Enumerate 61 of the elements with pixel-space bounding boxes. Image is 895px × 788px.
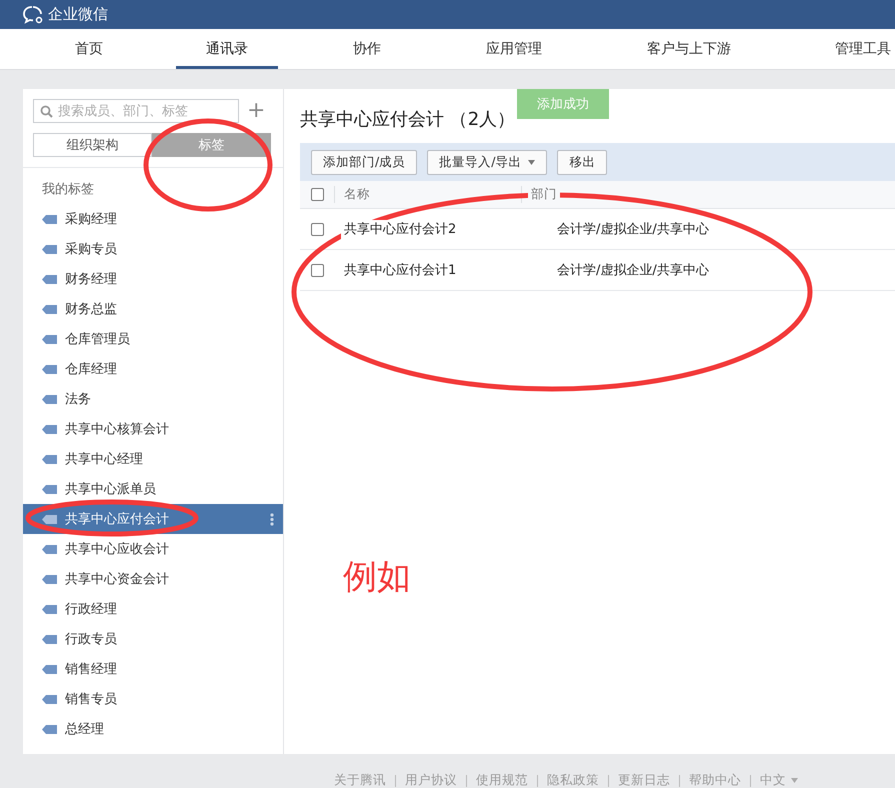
tag-icon [42, 604, 57, 614]
tag-icon [42, 214, 57, 224]
tag-item[interactable]: 共享中心核算会计 [23, 414, 283, 444]
tag-item[interactable]: 采购经理 [23, 204, 283, 234]
tag-icon [42, 544, 57, 554]
tag-icon [42, 334, 57, 344]
success-toast: 添加成功 [517, 89, 609, 119]
tag-item[interactable]: 仓库管理员 [23, 324, 283, 354]
tag-icon [42, 724, 57, 734]
tag-item[interactable]: 行政经理 [23, 594, 283, 624]
column-header: 部门 [528, 184, 560, 203]
tag-icon [42, 304, 57, 314]
tag-icon [42, 394, 57, 404]
tag-icon [42, 274, 57, 284]
tag-item[interactable]: 行政专员 [23, 624, 283, 654]
section-title: 我的标签 [41, 181, 95, 199]
logo-icon [22, 4, 44, 24]
nav-tab[interactable]: 客户与上下游 [617, 29, 761, 69]
tag-icon [42, 694, 57, 704]
tag-item[interactable]: 法务 [23, 384, 283, 414]
toolbar-button[interactable]: 移出 [557, 150, 608, 174]
view-tab[interactable]: 组织架构 [33, 133, 152, 157]
tag-item[interactable]: 财务经理 [23, 264, 283, 294]
app-name: 企业微信 [48, 5, 108, 24]
tag-icon [42, 454, 57, 464]
nav-tab[interactable]: 协作 [323, 29, 411, 69]
tag-icon [42, 514, 57, 524]
tag-item[interactable]: 仓库经理 [23, 354, 283, 384]
tag-item[interactable]: 共享中心经理 [23, 444, 283, 474]
tag-icon [42, 484, 57, 494]
tag-item[interactable]: 销售专员 [23, 684, 283, 714]
more-icon[interactable] [270, 513, 274, 526]
tag-icon [42, 664, 57, 674]
tag-item[interactable]: 共享中心资金会计 [23, 564, 283, 594]
tag-icon [42, 364, 57, 374]
search-field[interactable]: 搜索成员、部门、标签 [33, 99, 239, 123]
tag-icon [42, 634, 57, 644]
checkbox[interactable] [311, 222, 324, 236]
tag-item[interactable]: 共享中心派单员 [23, 474, 283, 504]
tag-item[interactable]: 采购专员 [23, 234, 283, 264]
add-button[interactable]: + [247, 101, 266, 121]
tag-item[interactable]: 财务总监 [23, 294, 283, 324]
checkbox[interactable] [311, 264, 324, 276]
tag-icon [42, 574, 57, 584]
tag-icon [42, 424, 57, 434]
tag-item[interactable]: 销售经理 [23, 654, 283, 684]
tag-icon [42, 244, 57, 254]
tag-item[interactable]: 共享中心应收会计 [23, 534, 283, 564]
nav-tab[interactable]: 通讯录 [176, 29, 278, 69]
nav-tab[interactable]: 管理工具 [835, 29, 891, 69]
nav-tab[interactable]: 首页 [45, 29, 133, 69]
toolbar-button[interactable]: 批量导入/导出 [427, 150, 548, 174]
nav-tab[interactable]: 应用管理 [456, 29, 572, 69]
checkbox[interactable] [311, 188, 324, 201]
toolbar-button[interactable]: 添加部门/成员 [311, 150, 418, 174]
page-title: 共享中心应付会计 （2人） [300, 108, 516, 132]
annotation-note: 例如 [343, 560, 411, 594]
search-icon [40, 104, 53, 118]
caret-icon [791, 778, 798, 783]
caret-icon [528, 160, 536, 164]
tag-item[interactable]: 总经理 [23, 714, 283, 744]
